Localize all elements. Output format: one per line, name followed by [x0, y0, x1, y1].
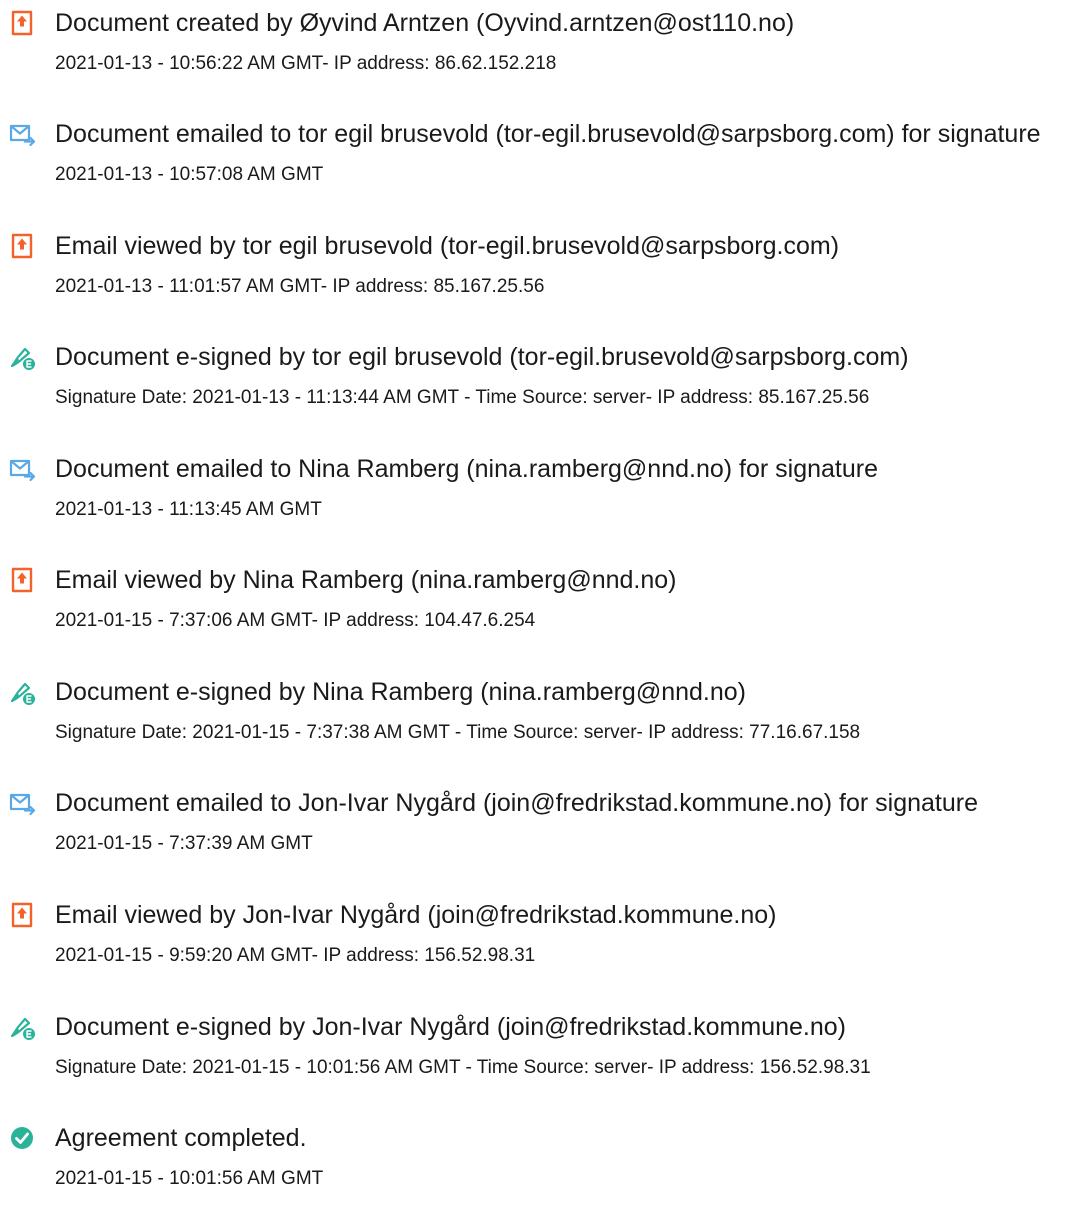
- event-title: Document e-signed by tor egil brusevold …: [55, 343, 909, 371]
- event-detail: Signature Date: 2021-01-13 - 11:13:44 AM…: [55, 387, 870, 408]
- event-title: Document emailed to Nina Ramberg (nina.r…: [55, 455, 879, 483]
- history-event-created: Document created by Øyvind Arntzen (Oyvi…: [0, 0, 1078, 100]
- event-detail: 2021-01-15 - 9:59:20 AM GMT- IP address:…: [55, 945, 536, 966]
- history-event-viewed: Email viewed by Nina Ramberg (nina.rambe…: [0, 557, 1078, 657]
- email-viewed-icon: [11, 902, 33, 928]
- history-event-emailed: Document emailed to Jon-Ivar Nygård (joi…: [0, 780, 1078, 880]
- event-detail: 2021-01-13 - 11:01:57 AM GMT- IP address…: [55, 276, 545, 297]
- event-detail: 2021-01-15 - 10:01:56 AM GMT: [55, 1168, 324, 1189]
- event-title: Email viewed by Nina Ramberg (nina.rambe…: [55, 566, 677, 594]
- document-created-icon: [11, 10, 33, 36]
- event-title: Document emailed to Jon-Ivar Nygård (joi…: [55, 789, 978, 817]
- e-signed-icon: [10, 682, 35, 705]
- history-event-completed: Agreement completed. 2021-01-15 - 10:01:…: [0, 1115, 1078, 1215]
- email-viewed-icon: [11, 567, 33, 593]
- history-event-signed: Document e-signed by Jon-Ivar Nygård (jo…: [0, 1004, 1078, 1104]
- event-title: Email viewed by tor egil brusevold (tor-…: [55, 232, 840, 260]
- event-detail: 2021-01-15 - 7:37:06 AM GMT- IP address:…: [55, 610, 536, 631]
- email-sent-icon: [9, 459, 36, 482]
- event-title: Document e-signed by Nina Ramberg (nina.…: [55, 678, 747, 706]
- email-sent-icon: [9, 793, 36, 816]
- email-sent-icon: [9, 124, 36, 147]
- event-detail: Signature Date: 2021-01-15 - 10:01:56 AM…: [55, 1057, 871, 1078]
- event-title: Document created by Øyvind Arntzen (Oyvi…: [55, 9, 795, 37]
- history-event-signed: Document e-signed by Nina Ramberg (nina.…: [0, 669, 1078, 769]
- event-detail: Signature Date: 2021-01-15 - 7:37:38 AM …: [55, 722, 861, 743]
- history-event-emailed: Document emailed to tor egil brusevold (…: [0, 111, 1078, 211]
- history-event-viewed: Email viewed by Jon-Ivar Nygård (join@fr…: [0, 892, 1078, 992]
- e-signed-icon: [10, 1017, 35, 1040]
- event-title: Document e-signed by Jon-Ivar Nygård (jo…: [55, 1013, 846, 1041]
- history-event-signed: Document e-signed by tor egil brusevold …: [0, 334, 1078, 434]
- audit-history: Document created by Øyvind Arntzen (Oyvi…: [0, 0, 1078, 1192]
- history-event-viewed: Email viewed by tor egil brusevold (tor-…: [0, 223, 1078, 323]
- event-detail: 2021-01-15 - 7:37:39 AM GMT: [55, 833, 313, 854]
- event-detail: 2021-01-13 - 10:57:08 AM GMT: [55, 164, 324, 185]
- event-title: Agreement completed.: [55, 1124, 307, 1152]
- event-title: Email viewed by Jon-Ivar Nygård (join@fr…: [55, 901, 777, 929]
- event-detail: 2021-01-13 - 11:13:45 AM GMT: [55, 499, 322, 520]
- history-event-emailed: Document emailed to Nina Ramberg (nina.r…: [0, 446, 1078, 546]
- event-title: Document emailed to tor egil brusevold (…: [55, 120, 1041, 148]
- e-signed-icon: [10, 347, 35, 370]
- agreement-completed-icon: [11, 1127, 33, 1149]
- event-detail: 2021-01-13 - 10:56:22 AM GMT- IP address…: [55, 53, 557, 74]
- email-viewed-icon: [11, 233, 33, 259]
